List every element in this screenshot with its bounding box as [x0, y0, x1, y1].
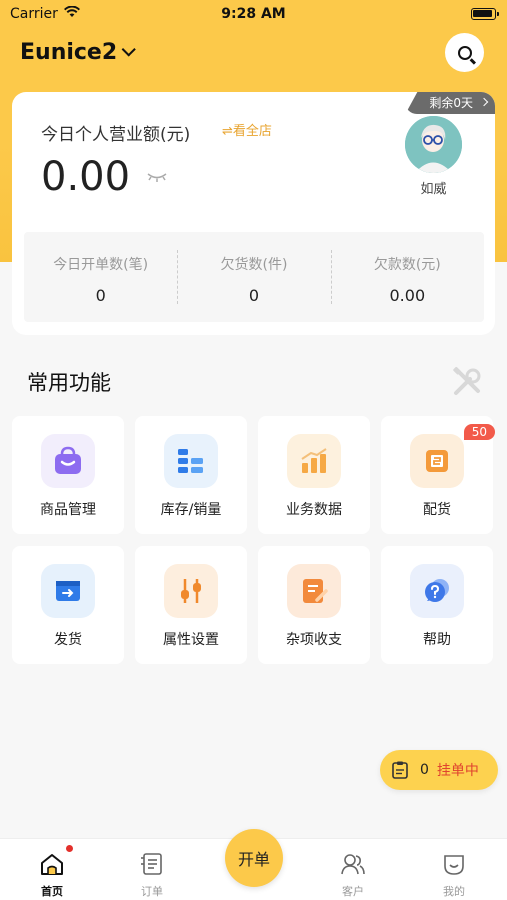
inventory-icon: [164, 434, 218, 488]
clipboard-icon: [392, 761, 408, 779]
tile-label: 杂项收支: [286, 632, 342, 648]
eye-closed-icon[interactable]: [146, 171, 168, 183]
status-bar: Carrier 9:28 AM: [0, 0, 507, 30]
open-order-button[interactable]: 开单: [225, 829, 283, 887]
tab-label: 我的: [443, 885, 465, 898]
stat-label: 今日开单数(笔): [53, 257, 149, 273]
bar-chart-icon: [287, 434, 341, 488]
tile-label: 库存/销量: [160, 502, 222, 518]
tile-business-data[interactable]: 业务数据: [258, 416, 370, 534]
tile-inventory[interactable]: 库存/销量: [135, 416, 247, 534]
customers-icon: [341, 854, 365, 875]
pending-label: 挂单中: [436, 763, 479, 779]
sliders-icon: [164, 564, 218, 618]
help-icon: [410, 564, 464, 618]
shipping-icon: [41, 564, 95, 618]
avatar[interactable]: [405, 116, 462, 173]
tab-orders[interactable]: 订单: [112, 839, 192, 899]
tab-customers[interactable]: 客户: [313, 839, 393, 899]
tile-product-management[interactable]: 商品管理: [12, 416, 124, 534]
notification-badge: 50: [463, 424, 495, 440]
distribution-icon: [410, 434, 464, 488]
tools-icon[interactable]: [450, 365, 484, 399]
user-name: 如威: [420, 182, 447, 197]
stat-value: 0.00: [389, 286, 426, 305]
tile-label: 帮助: [423, 632, 451, 648]
stat-owed-goods[interactable]: 欠货数(件) 0: [177, 232, 330, 322]
notes-icon: [287, 564, 341, 618]
stat-value: 0: [248, 286, 260, 305]
pending-orders-button[interactable]: 0 挂单中: [380, 750, 498, 790]
tile-label: 属性设置: [163, 632, 219, 648]
tab-label: 首页: [41, 885, 63, 898]
battery-icon: [471, 8, 499, 20]
tile-label: 配货: [423, 502, 451, 518]
store-name: Eunice2: [20, 40, 118, 65]
tile-attribute-settings[interactable]: 属性设置: [135, 546, 247, 664]
stat-value: 0: [95, 286, 106, 305]
tile-label: 业务数据: [286, 502, 342, 518]
tile-misc-income-expense[interactable]: 杂项收支: [258, 546, 370, 664]
revenue-value: 0.00: [41, 154, 131, 200]
profile-icon: [444, 855, 464, 875]
orders-icon: [141, 853, 162, 875]
stat-orders[interactable]: 今日开单数(笔) 0: [24, 232, 177, 322]
tile-help[interactable]: 帮助: [381, 546, 493, 664]
avatar-illustration: [405, 116, 462, 173]
search-icon: [457, 45, 472, 60]
notification-dot: [66, 845, 73, 852]
tile-shipping[interactable]: 发货: [12, 546, 124, 664]
stats-panel: 今日开单数(笔) 0 欠货数(件) 0 欠款数(元) 0.00: [24, 232, 484, 322]
store-switcher[interactable]: Eunice2: [20, 40, 136, 65]
home-icon: [41, 854, 63, 875]
tab-label: 订单: [141, 885, 163, 898]
revenue-card: 剩余0天 今日个人营业额(元) ⇌看全店 0.00 如威 今日开单数(笔) 0 …: [12, 92, 495, 335]
tile-label: 商品管理: [40, 502, 96, 518]
stat-owed-money[interactable]: 欠款数(元) 0.00: [330, 232, 484, 322]
view-all-store-link[interactable]: ⇌看全店: [222, 120, 272, 139]
tab-home[interactable]: 首页: [12, 839, 92, 899]
section-title: 常用功能: [27, 371, 111, 395]
bag-icon: [41, 434, 95, 488]
pending-count: 0: [420, 762, 429, 778]
tab-label: 客户: [342, 885, 364, 898]
tile-distribution[interactable]: 配货 50: [381, 416, 495, 534]
subscription-remaining-badge[interactable]: 剩余0天: [405, 92, 495, 114]
tile-label: 发货: [54, 632, 82, 648]
remaining-label: 剩余0天: [429, 96, 473, 110]
clock: 9:28 AM: [221, 6, 286, 22]
stat-label: 欠货数(件): [220, 257, 288, 273]
tab-profile[interactable]: 我的: [414, 839, 494, 899]
revenue-label: 今日个人营业额(元): [41, 125, 191, 145]
search-button[interactable]: [445, 33, 484, 72]
stat-label: 欠款数(元): [373, 257, 441, 273]
chevron-right-icon: [479, 97, 489, 107]
